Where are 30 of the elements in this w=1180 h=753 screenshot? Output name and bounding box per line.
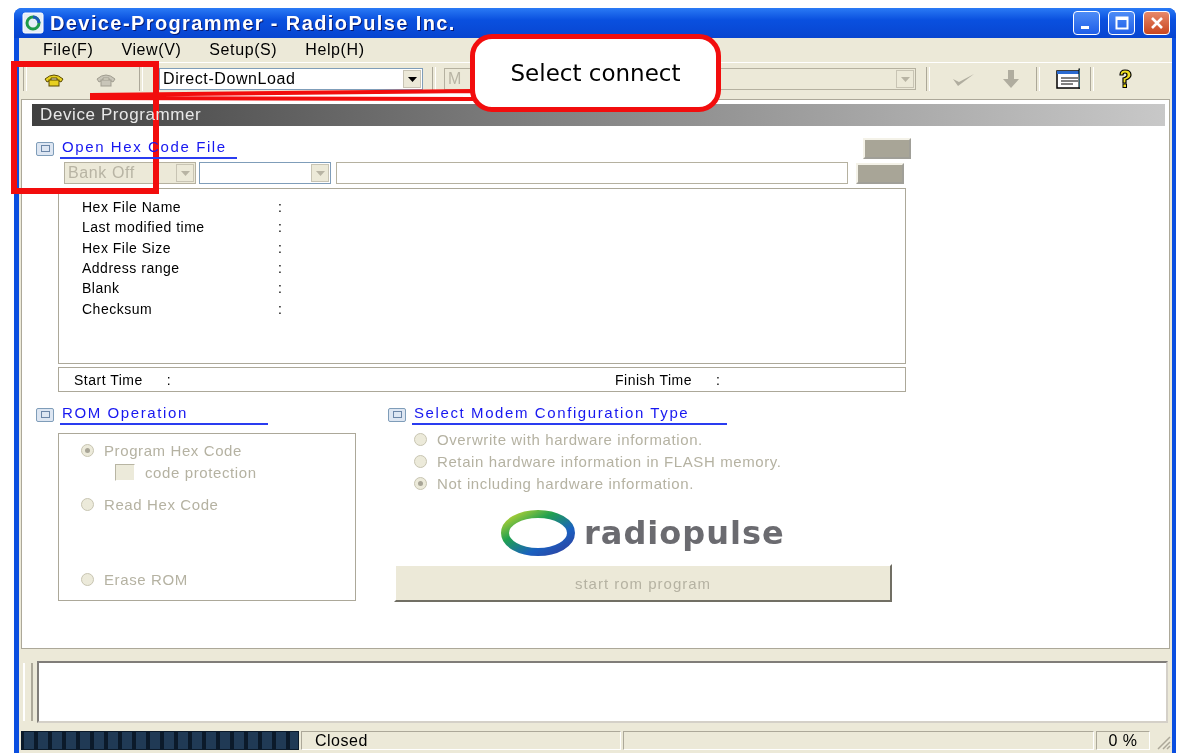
colon: : bbox=[716, 371, 721, 388]
progress-percent: 0 % bbox=[1096, 731, 1150, 750]
colon: : bbox=[278, 280, 283, 297]
time-label: Start Time bbox=[74, 371, 143, 388]
section-title: Select Modem Configuration Type bbox=[412, 404, 728, 425]
colon: : bbox=[278, 300, 283, 317]
status-text: Closed bbox=[301, 731, 621, 750]
option-label: Overwrite with hardware information. bbox=[437, 431, 703, 448]
option-label: Erase ROM bbox=[104, 571, 188, 588]
colon: : bbox=[278, 219, 283, 236]
colon: : bbox=[278, 199, 283, 216]
field-label: Blank bbox=[82, 280, 121, 297]
field-label: Address range bbox=[82, 260, 181, 277]
option-label: Program Hex Code bbox=[104, 442, 242, 459]
field-label: Hex File Name bbox=[82, 199, 183, 216]
option-label: Retain hardware information in FLASH memory. bbox=[437, 453, 782, 470]
field-label: Hex File Size bbox=[82, 239, 172, 256]
section-title: ROM Operation bbox=[60, 404, 268, 425]
callout-bubble: Select connect bbox=[470, 34, 721, 112]
colon: : bbox=[278, 239, 283, 256]
colon: : bbox=[166, 371, 172, 388]
option-label: code protection bbox=[145, 464, 257, 481]
logo-text: radiopulse bbox=[584, 514, 785, 552]
colon: : bbox=[278, 260, 283, 277]
field-label: Last modified time bbox=[82, 219, 206, 236]
field-label: Checksum bbox=[82, 300, 154, 317]
option-label: Not including hardware information. bbox=[437, 475, 694, 492]
option-label: Read Hex Code bbox=[104, 496, 219, 513]
window-title: Device-Programmer - RadioPulse Inc. bbox=[50, 11, 457, 35]
time-label: Finish Time bbox=[615, 371, 693, 388]
